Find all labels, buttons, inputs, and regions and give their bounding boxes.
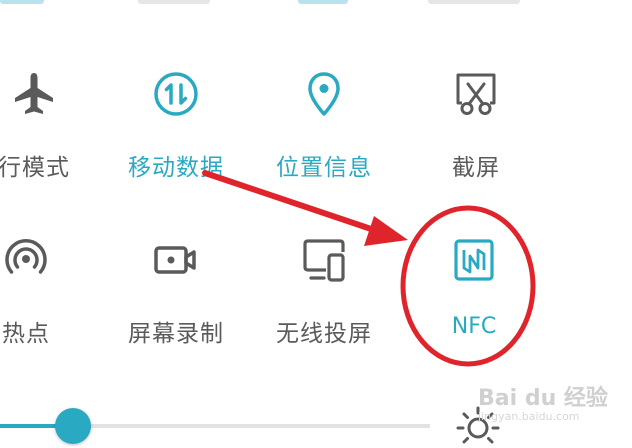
mobile-data-icon — [152, 70, 200, 122]
location-pin-icon — [300, 70, 348, 122]
hotspot-icon — [2, 236, 50, 288]
tile-label: 行模式 — [0, 155, 70, 181]
top-tile-fragment — [428, 0, 520, 4]
tile-label: 热点 — [2, 321, 50, 347]
tile-label: 屏幕录制 — [128, 321, 224, 347]
tile-nfc[interactable]: NFC — [404, 236, 544, 386]
tile-screen-record[interactable]: 屏幕录制 — [106, 236, 246, 386]
tile-airplane-mode[interactable]: 行模式 — [0, 70, 104, 220]
wireless-projection-icon — [300, 236, 348, 288]
screenshot-scissors-icon — [452, 70, 500, 122]
nfc-icon — [450, 236, 498, 288]
tile-label: 位置信息 — [276, 155, 372, 181]
top-tile-fragment — [138, 0, 210, 4]
tile-screenshot[interactable]: 截屏 — [406, 70, 546, 220]
top-tile-fragment — [298, 0, 348, 4]
watermark-url: jingyan.baidu.com — [478, 410, 580, 423]
tile-label: 无线投屏 — [276, 321, 372, 347]
top-tile-fragment — [0, 0, 44, 4]
tile-label: NFC — [451, 314, 497, 339]
watermark-logo: Bai du 经验 — [478, 386, 608, 411]
tile-hotspot[interactable]: 热点 — [0, 236, 96, 386]
tile-mobile-data[interactable]: 移动数据 — [106, 70, 246, 220]
tile-wireless-projection[interactable]: 无线投屏 — [254, 236, 394, 386]
screen-record-camera-icon — [152, 236, 200, 288]
brightness-slider-thumb[interactable] — [55, 408, 92, 444]
tile-label: 移动数据 — [128, 155, 224, 181]
tile-label: 截屏 — [452, 155, 500, 181]
airplane-icon — [10, 70, 58, 122]
tile-location[interactable]: 位置信息 — [254, 70, 394, 220]
